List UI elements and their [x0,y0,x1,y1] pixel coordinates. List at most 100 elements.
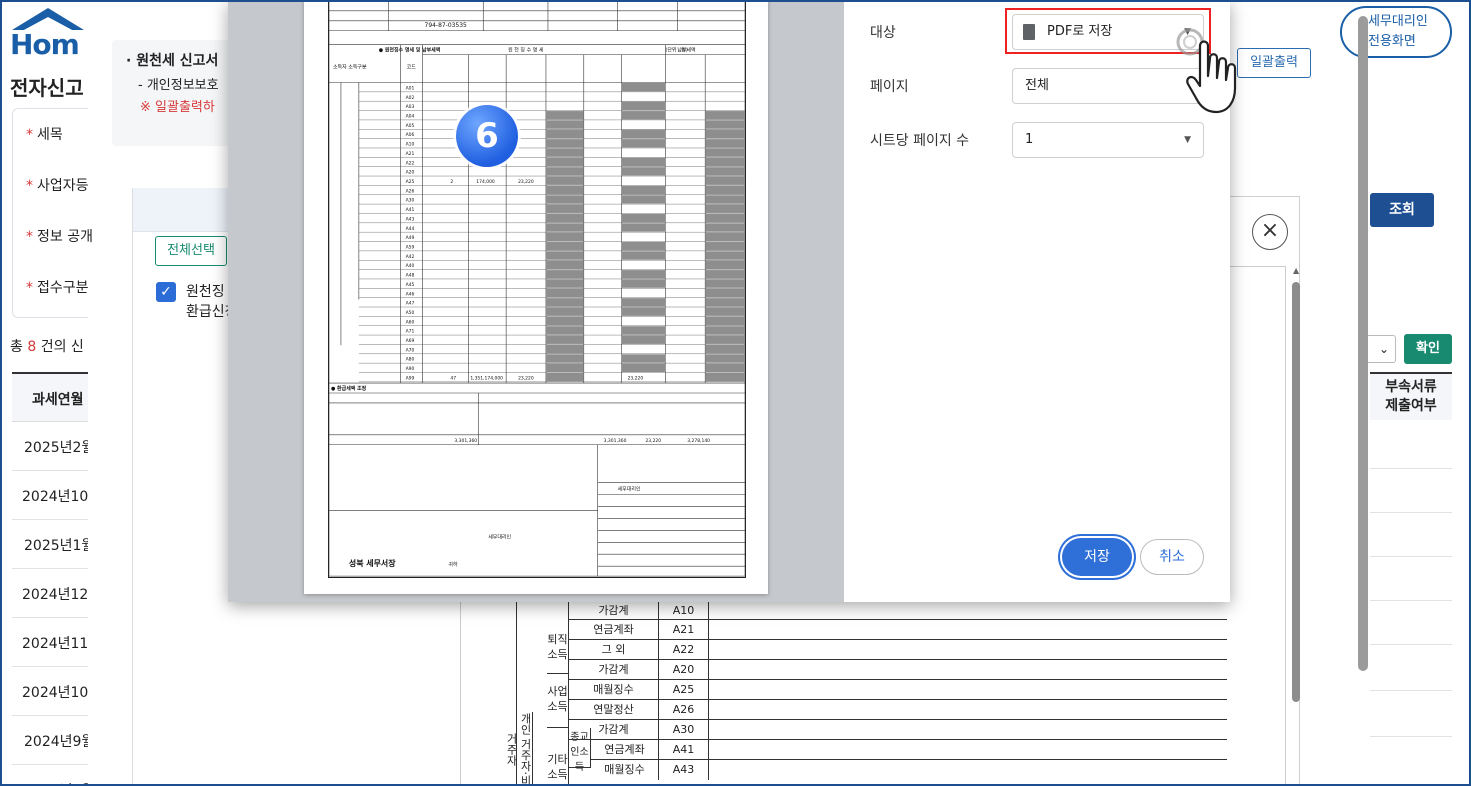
form-value-cell: 23,220 [645,438,661,444]
table-row[interactable]: 2024년10 [12,471,88,520]
form-shaded-cell [621,354,666,363]
table-row[interactable]: 2025년1월 [12,520,88,569]
pages-per-sheet-select[interactable]: 1 ▼ [1012,122,1204,158]
table-row[interactable]: 2025년2월 [12,422,88,471]
form-code-cell: A48 [406,273,415,279]
form-shaded-cell [545,307,584,316]
form-shaded-cell [621,129,666,139]
form-shaded-cell [705,326,745,335]
tax-agent-screen-button[interactable]: 세무대리인 전용화면 [1340,6,1452,58]
form-shaded-cell [705,232,745,242]
form-shaded-cell [705,307,745,316]
search-label-tax-item: * 세목 [26,127,63,143]
group-resident: 개인 거주자·비거주자 [505,712,533,786]
form-code-cell: A60 [406,319,415,325]
table-row[interactable]: 2024년9월 [12,716,88,765]
form-shaded-cell [621,167,666,176]
form-code-cell: A99 [406,375,415,381]
form-value-cell: 3,278,140 [687,438,710,444]
svg-text:세무대리인: 세무대리인 [488,533,511,540]
close-icon[interactable]: × [1252,214,1288,250]
form-shaded-cell [621,270,666,279]
form-code-cell: A46 [406,291,415,297]
form-shaded-cell [545,176,584,185]
form-code-cell: A02 [406,95,415,101]
form-shaded-cell [705,148,745,157]
form-shaded-cell [545,270,584,279]
form-shaded-cell [621,335,666,344]
svg-text:성북 세무서장: 성북 세무서장 [349,558,396,568]
save-button[interactable]: 저장 [1062,538,1132,576]
svg-text:794-87-03535: 794-87-03535 [425,22,467,29]
form-code-cell: A26 [406,188,415,194]
form-shaded-cell [545,363,584,372]
form-shaded-cell [621,363,666,372]
form-code-cell: A69 [406,338,415,344]
form-value-cell: 23,220 [628,375,644,381]
svg-text:● 원천징수 명세 및 납부세액: ● 원천징수 명세 및 납부세액 [379,47,441,54]
form-shaded-cell [545,139,584,148]
svg-text:소득자 소득구분: 소득자 소득구분 [333,64,367,71]
form-value-cell: 47 [450,375,456,381]
form-value-cell: 174,000 [476,179,495,185]
form-shaded-cell [545,316,584,326]
form-shaded-cell [545,195,584,204]
form-shaded-cell [705,372,745,382]
withholding-tax-form: ● 원천징수 명세 및 납부세액 (단위 : 원) 소득자 소득구분 코드 원 … [328,0,746,578]
form-code-cell: A71 [406,329,415,335]
print-preview-area: ● 원천징수 명세 및 납부세액 (단위 : 원) 소득자 소득구분 코드 원 … [228,0,844,602]
form-code-cell: A50 [406,310,415,316]
table-row[interactable]: 2024년11 [12,618,88,667]
group-other: 기타소득 [547,728,569,786]
form-code-cell: A45 [406,282,415,288]
form-shaded-cell [621,298,666,307]
table-row[interactable]: 2024년10 [12,667,88,716]
form-shaded-cell [545,167,584,176]
select-all-button[interactable]: 전체선택 [155,236,227,266]
form-code-cell: A90 [406,366,415,372]
withholding-form-table: 개인 거주자·비거주자 퇴직소득 사업소득 종교인소득 기타소득 가감계 A10 … [505,600,1227,786]
form-shaded-cell [621,213,666,223]
home-logo[interactable]: Hom [10,8,90,61]
form-shaded-cell [705,111,745,120]
chevron-down-icon: ▼ [1184,135,1191,145]
scroll-up-icon[interactable]: ▲ [1293,266,1299,275]
form-shaded-cell [705,260,745,270]
svg-text:귀하: 귀하 [448,561,458,568]
table-row[interactable]: 2024년12 [12,569,88,618]
batch-print-button[interactable]: 일괄출력 [1237,48,1311,78]
form-shaded-cell [545,148,584,157]
form-shaded-cell [705,279,745,288]
table-row[interactable]: 2024년8월 [12,765,88,786]
pointer-hand-icon [1176,28,1237,114]
cancel-button[interactable]: 취소 [1140,539,1204,575]
svg-text:세무대리인: 세무대리인 [618,486,641,493]
form-code-cell: A43 [406,216,415,222]
pages-label: 페이지 [870,79,909,95]
table-header-period: 과세연월 [12,374,88,422]
form-value-cell: 2 [450,179,453,185]
form-shaded-cell [705,129,745,139]
form-shaded-cell [621,195,666,204]
form-shaded-cell [705,363,745,372]
form-shaded-cell [621,82,666,92]
form-shaded-cell [705,354,745,363]
form-shaded-cell [705,335,745,344]
form-shaded-cell [705,204,745,213]
checkbox-checked[interactable]: ✓ [156,282,176,302]
search-button[interactable]: 조회 [1370,193,1434,227]
form-shaded-cell [621,307,666,316]
form-shaded-cell [705,298,745,307]
form-code-cell: A47 [406,301,415,307]
form-shaded-cell [545,288,584,298]
group-business: 사업소득 [547,674,569,728]
main-scrollbar[interactable] [1358,16,1368,671]
form-code-cell: A59 [406,244,415,250]
form-shaded-cell [705,176,745,185]
preview-scrollbar[interactable]: ▲ [1291,264,1301,786]
confirm-button[interactable]: 확인 [1404,334,1452,364]
form-shaded-cell [621,223,666,232]
form-code-cell: A03 [406,104,415,110]
pages-per-sheet-label: 시트당 페이지 수 [870,133,970,149]
form-shaded-cell [705,120,745,129]
